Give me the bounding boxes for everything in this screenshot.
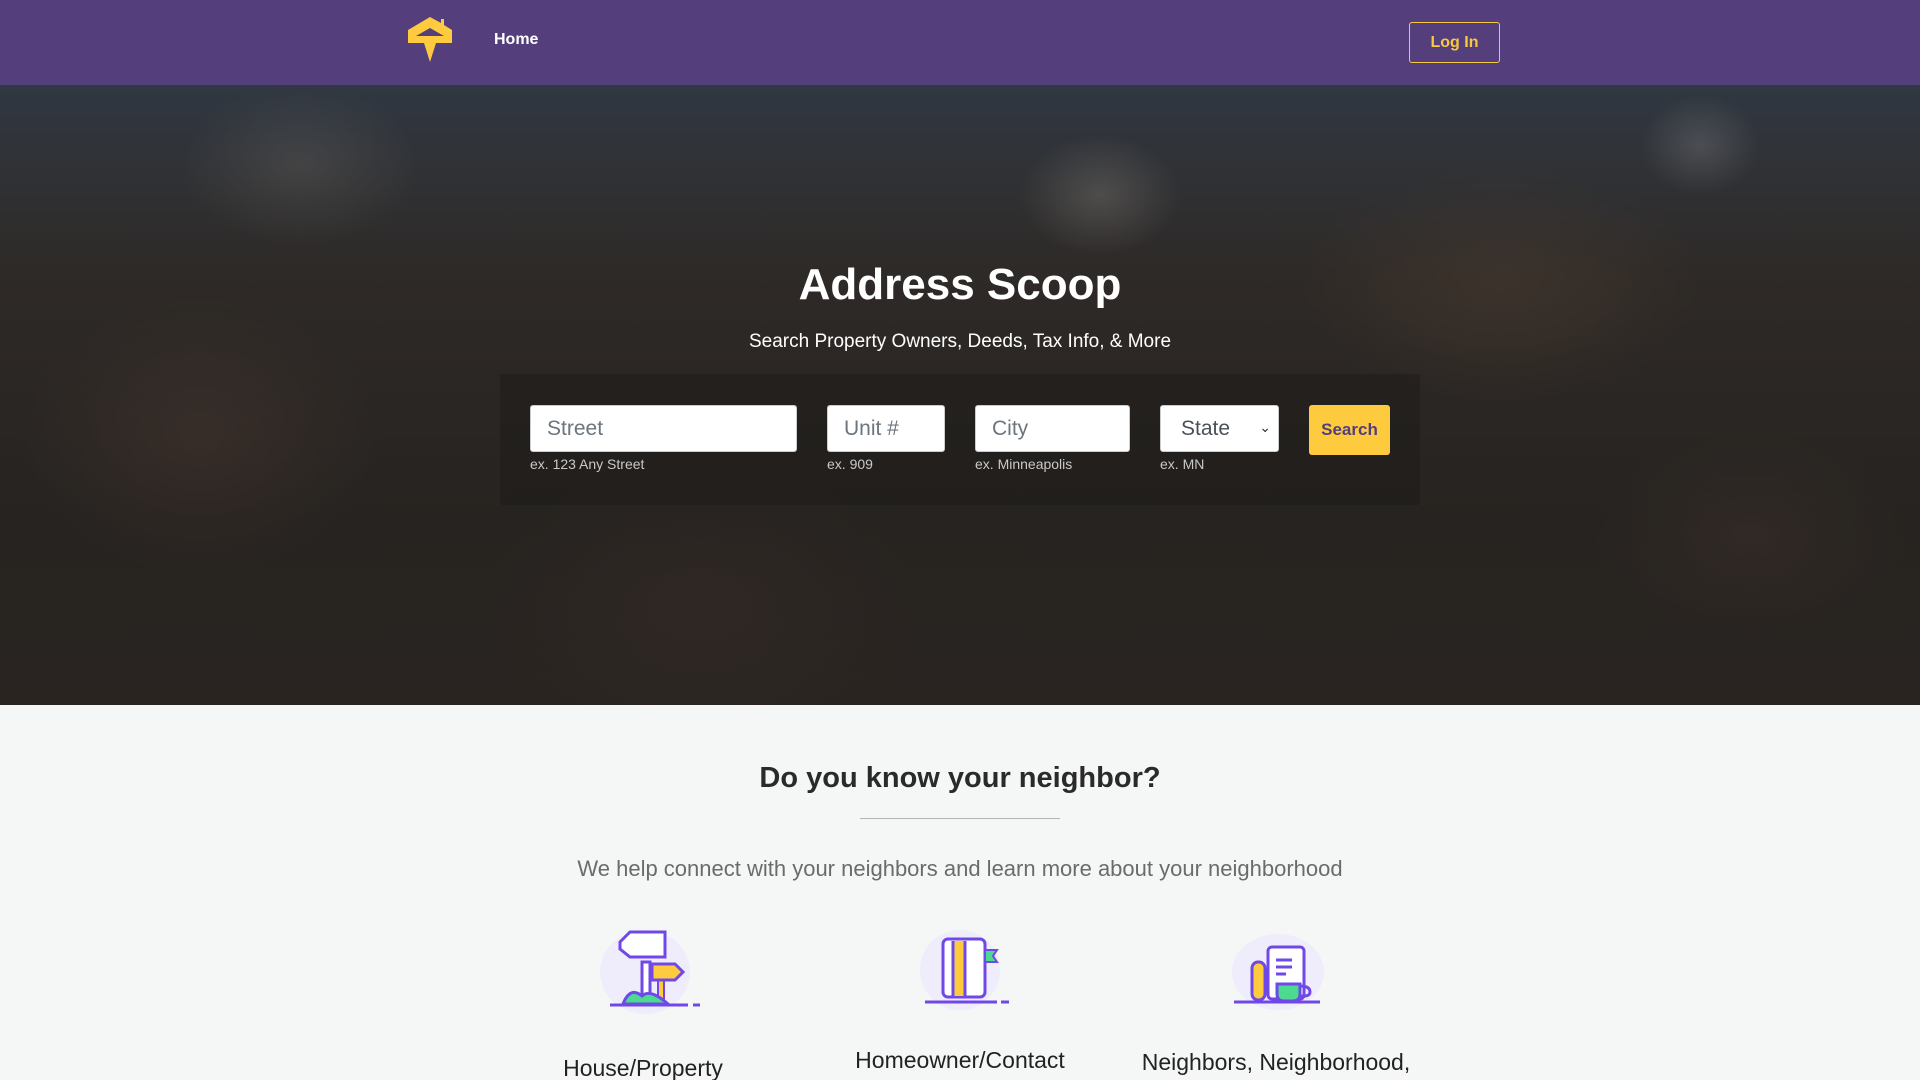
street-field-group: ex. 123 Any Street xyxy=(530,405,797,472)
section-title: Do you know your neighbor? xyxy=(759,762,1161,794)
hero-subtitle: Search Property Owners, Deeds, Tax Info,… xyxy=(748,331,1172,352)
section-description: We help connect with your neighbors and … xyxy=(577,856,1343,881)
book-icon xyxy=(920,930,1009,1010)
state-select[interactable]: State xyxy=(1160,405,1279,452)
top-navbar: Home Log In xyxy=(0,0,1920,85)
street-input[interactable] xyxy=(530,405,797,452)
house-pin-logo-icon[interactable] xyxy=(404,16,456,64)
city-hint: ex. Minneapolis xyxy=(975,456,1073,472)
state-hint: ex. MN xyxy=(1160,456,1205,472)
address-search-form: ex. 123 Any Street ex. 909 ex. Minneapol… xyxy=(500,374,1420,505)
city-input[interactable] xyxy=(975,405,1130,452)
city-field-group: ex. Minneapolis xyxy=(975,405,1130,472)
unit-field-group: ex. 909 xyxy=(827,405,945,472)
hero-section: Address Scoop Search Property Owners, De… xyxy=(0,85,1920,705)
signpost-icon xyxy=(600,930,700,1014)
card-title-neighbors: Neighbors, Neighborhood, xyxy=(1141,1049,1411,1075)
hero-title: Address Scoop xyxy=(798,260,1122,309)
search-button[interactable]: Search xyxy=(1309,405,1390,455)
unit-hint: ex. 909 xyxy=(827,456,873,472)
nav-home-link[interactable]: Home xyxy=(494,31,538,49)
login-button[interactable]: Log In xyxy=(1409,22,1500,63)
unit-input[interactable] xyxy=(827,405,945,452)
card-title-house-property: House/Property xyxy=(563,1055,723,1080)
newspaper-coffee-icon xyxy=(1232,934,1324,1010)
state-field-group: State ⌄ ex. MN xyxy=(1160,405,1279,472)
section-divider xyxy=(860,818,1060,819)
card-title-homeowner-contact: Homeowner/Contact xyxy=(855,1047,1065,1073)
street-hint: ex. 123 Any Street xyxy=(530,456,645,472)
